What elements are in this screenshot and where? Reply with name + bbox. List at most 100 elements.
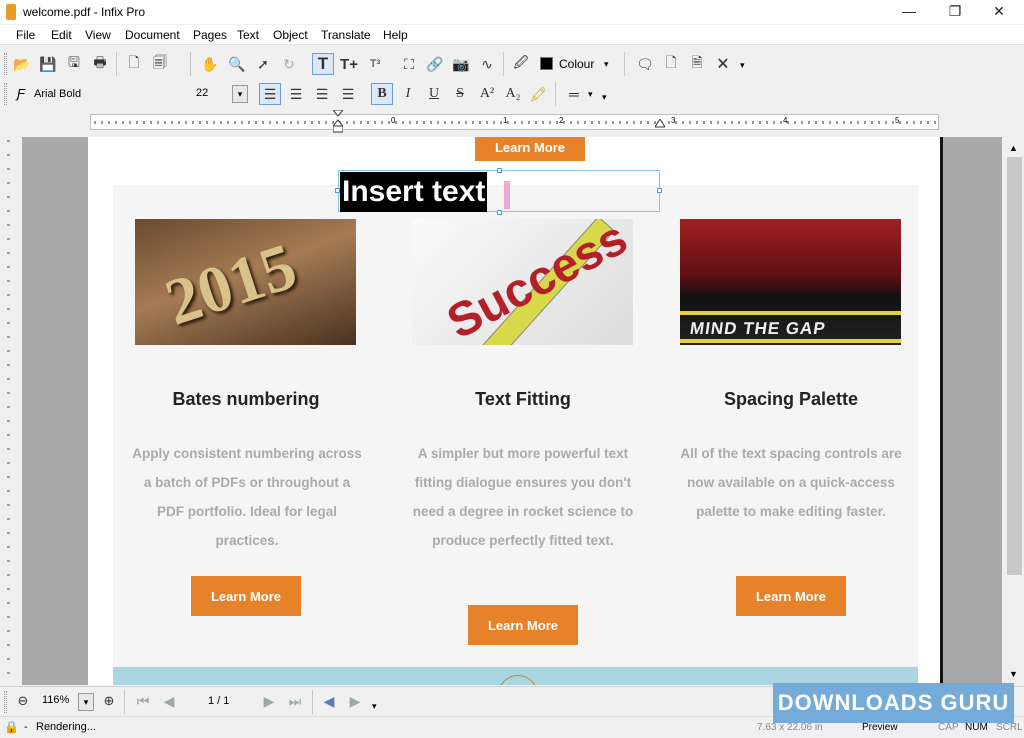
- nav-dropdown-icon[interactable]: ▾: [372, 701, 377, 712]
- line-spacing-icon[interactable]: ═: [563, 83, 585, 105]
- left-indent-marker[interactable]: [331, 109, 345, 136]
- superscript-icon[interactable]: A²: [476, 83, 498, 105]
- colour-swatch[interactable]: [540, 57, 553, 70]
- right-indent-marker[interactable]: [654, 118, 666, 128]
- first-page-icon[interactable]: ⏮: [132, 690, 154, 712]
- maximize-button[interactable]: ❐: [932, 0, 978, 24]
- pdf-page[interactable]: Learn More 2015 Bates numbering Apply co…: [88, 137, 943, 685]
- line-spacing-dropdown-icon[interactable]: ▾: [588, 89, 593, 100]
- toolbar-grip[interactable]: [4, 53, 7, 75]
- italic-icon[interactable]: I: [397, 83, 419, 105]
- align-left-icon[interactable]: ☰: [259, 83, 281, 105]
- minimize-button[interactable]: —: [886, 0, 932, 24]
- vertical-scrollbar[interactable]: ▲ ▼: [1005, 137, 1024, 685]
- menu-edit[interactable]: Edit: [51, 28, 72, 42]
- export-page-icon[interactable]: 🗎: [686, 53, 708, 75]
- highlight-icon[interactable]: 🖍: [527, 83, 549, 105]
- frame-handle[interactable]: [335, 188, 340, 193]
- bold-icon[interactable]: B: [371, 83, 393, 105]
- more-dropdown-icon[interactable]: ▾: [740, 60, 745, 71]
- learn-more-text-fitting-button[interactable]: Learn More: [468, 605, 578, 645]
- menu-object[interactable]: Object: [273, 28, 308, 42]
- frame-handle[interactable]: [657, 188, 662, 193]
- back-icon[interactable]: ◀: [318, 690, 340, 712]
- subscript-icon[interactable]: A₂: [502, 83, 524, 105]
- font-name[interactable]: Arial Bold: [34, 88, 81, 100]
- font-size-value[interactable]: 22: [196, 87, 208, 99]
- close-button[interactable]: ✕: [976, 0, 1022, 24]
- rotate-tool-icon[interactable]: ↻: [278, 53, 300, 75]
- card-image-mind-the-gap[interactable]: MIND THE GAP: [680, 219, 901, 345]
- menu-text[interactable]: Text: [237, 28, 259, 42]
- align-center-icon[interactable]: ☰: [285, 83, 307, 105]
- previous-page-icon[interactable]: ◀: [158, 690, 180, 712]
- menu-translate[interactable]: Translate: [321, 28, 371, 42]
- crop-icon[interactable]: ⛶: [398, 53, 420, 75]
- menu-file[interactable]: File: [16, 28, 35, 42]
- forward-icon[interactable]: ▶: [344, 690, 366, 712]
- scroll-up-icon[interactable]: ▲: [1009, 143, 1018, 153]
- menu-document[interactable]: Document: [125, 28, 180, 42]
- font-size-dropdown-icon[interactable]: ▾: [232, 85, 248, 103]
- delete-page-icon[interactable]: 🗙: [712, 53, 734, 75]
- colour-label[interactable]: Colour: [559, 57, 594, 71]
- learn-more-top-button[interactable]: Learn More: [475, 137, 585, 161]
- justify-icon[interactable]: ☰: [337, 83, 359, 105]
- zoom-tool-icon[interactable]: 🔍: [226, 53, 248, 75]
- ruler-number: 2: [559, 116, 564, 125]
- footer-badge: [498, 675, 538, 685]
- comment-icon[interactable]: 🗨: [634, 53, 656, 75]
- align-right-icon[interactable]: ☰: [311, 83, 333, 105]
- menu-help[interactable]: Help: [383, 28, 408, 42]
- text-fitting-icon[interactable]: T³: [364, 53, 386, 75]
- main-toolbar: 📂 💾 🖫 🖶 🗋 🗐 ✋ 🔍 ➚ ↻ T T+ T³ ⛶ 🔗 📷 ∿ 🖉 Co…: [0, 50, 1024, 78]
- colour-dropdown-icon[interactable]: ▾: [604, 59, 609, 70]
- card-heading: Bates numbering: [172, 389, 320, 409]
- ruler-ticks: [94, 121, 936, 124]
- title-bar: welcome.pdf - Infix Pro — ❐ ✕: [0, 0, 1024, 24]
- camera-icon[interactable]: 📷: [450, 53, 472, 75]
- scroll-indicator: SCRL: [996, 722, 1023, 733]
- vertical-ruler[interactable]: [0, 137, 18, 685]
- page-setup-icon[interactable]: 🗐: [149, 53, 171, 75]
- next-page-icon[interactable]: ▶: [258, 690, 280, 712]
- ruler-number: 5: [895, 116, 900, 125]
- page-indicator[interactable]: 1 / 1: [208, 695, 229, 707]
- zoom-out-icon[interactable]: ⊖: [12, 690, 34, 712]
- save-icon[interactable]: 💾: [37, 53, 59, 75]
- open-icon[interactable]: 📂: [11, 53, 33, 75]
- card-image-success[interactable]: Success: [412, 219, 633, 345]
- frame-handle[interactable]: [497, 168, 502, 173]
- card-image-bates[interactable]: 2015: [135, 219, 356, 345]
- document-workspace[interactable]: Learn More 2015 Bates numbering Apply co…: [22, 137, 1002, 685]
- menu-view[interactable]: View: [85, 28, 111, 42]
- last-page-icon[interactable]: ⏭: [284, 690, 306, 712]
- save-as-icon[interactable]: 🖫: [63, 53, 85, 75]
- zoom-dropdown-icon[interactable]: ▾: [78, 693, 94, 711]
- path-icon[interactable]: ∿: [476, 53, 498, 75]
- underline-icon[interactable]: U: [423, 83, 445, 105]
- document-properties-icon[interactable]: 🗋: [123, 53, 145, 75]
- scroll-down-icon[interactable]: ▼: [1009, 669, 1018, 679]
- learn-more-spacing-button[interactable]: Learn More: [736, 576, 846, 616]
- learn-more-bates-button[interactable]: Learn More: [191, 576, 301, 616]
- zoom-in-icon[interactable]: ⊕: [98, 690, 120, 712]
- horizontal-ruler[interactable]: 0 1 2 3 4 5: [90, 114, 939, 130]
- paragraph-mark-icon: [504, 181, 510, 209]
- text-tool-icon[interactable]: T: [312, 53, 334, 75]
- link-icon[interactable]: 🔗: [424, 53, 446, 75]
- menu-pages[interactable]: Pages: [193, 28, 227, 42]
- toolbar-more-icon[interactable]: ▾: [602, 92, 607, 103]
- scrollbar-thumb[interactable]: [1007, 157, 1022, 575]
- hand-tool-icon[interactable]: ✋: [199, 53, 221, 75]
- strikethrough-icon[interactable]: S: [449, 83, 471, 105]
- print-icon[interactable]: 🖶: [89, 53, 111, 75]
- eyedropper-icon[interactable]: 🖉: [510, 53, 532, 75]
- add-text-icon[interactable]: T+: [338, 53, 360, 75]
- toolbar-grip[interactable]: [4, 83, 7, 105]
- frame-handle[interactable]: [497, 210, 502, 215]
- selected-inserted-text[interactable]: Insert text: [340, 172, 488, 212]
- insert-page-icon[interactable]: 🗋: [660, 53, 682, 75]
- toolbar-grip[interactable]: [4, 691, 7, 713]
- select-tool-icon[interactable]: ➚: [252, 53, 274, 75]
